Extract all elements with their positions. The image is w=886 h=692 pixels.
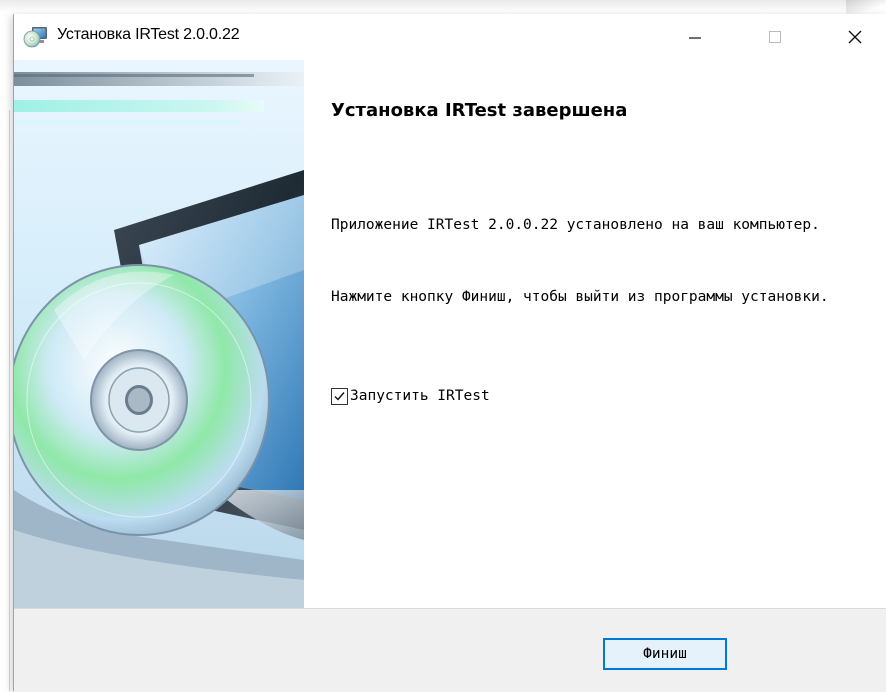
finish-button-focus-ring	[607, 642, 723, 666]
close-button[interactable]	[826, 14, 884, 60]
installer-app-icon	[23, 27, 47, 48]
launch-app-checkbox[interactable]	[331, 387, 348, 405]
background-window-corner	[846, 0, 886, 14]
launch-app-checkbox-row[interactable]: Запустить IRTest	[331, 386, 490, 406]
finish-instruction-message: Нажмите кнопку Финиш, чтобы выйти из про…	[331, 289, 829, 305]
page-heading: Установка IRTest завершена	[331, 100, 628, 121]
install-complete-message: Приложение IRTest 2.0.0.22 установлено н…	[331, 217, 820, 233]
maximize-button[interactable]	[746, 14, 804, 60]
title-bar[interactable]: Установка IRTest 2.0.0.22	[14, 14, 886, 60]
close-icon	[848, 30, 862, 44]
background-window-border	[9, 110, 10, 691]
minimize-icon	[689, 37, 701, 39]
installer-window: Установка IRTest 2.0.0.22 Установка IRTe…	[13, 14, 886, 692]
window-title: Установка IRTest 2.0.0.22	[57, 26, 240, 43]
checkmark-icon	[334, 391, 345, 401]
cd-monitor-illustration	[14, 60, 304, 608]
launch-app-checkbox-label[interactable]: Запустить IRTest	[350, 388, 490, 404]
background-window-edge	[0, 0, 886, 12]
finish-button[interactable]: Финиш	[603, 638, 727, 670]
wizard-footer: Финиш	[14, 608, 886, 692]
wizard-side-image	[14, 60, 304, 608]
wizard-main-pane: Установка IRTest завершена Приложение IR…	[304, 60, 886, 608]
minimize-button[interactable]	[666, 14, 724, 60]
maximize-icon	[769, 31, 781, 43]
wizard-content: Установка IRTest завершена Приложение IR…	[14, 60, 886, 608]
